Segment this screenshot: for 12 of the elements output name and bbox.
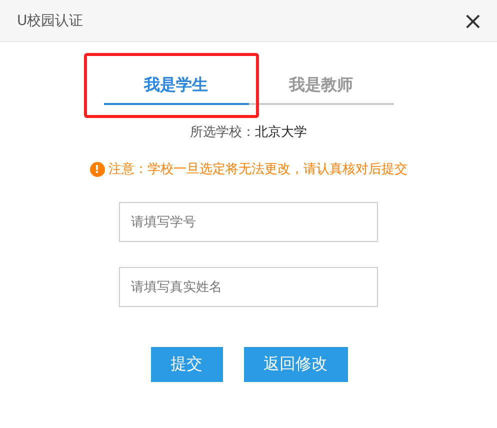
notice-text: 注意：学校一旦选定将无法更改，请认真核对后提交 [108, 161, 408, 178]
window-title: U校园认证 [17, 12, 84, 30]
tab[interactable]: 我是教师 [248, 53, 394, 105]
input-field[interactable]: 请填写真实姓名 [119, 267, 378, 307]
tab[interactable]: 我是学生 [104, 53, 248, 105]
back-button[interactable]: 返回修改 [244, 347, 348, 382]
close-button[interactable]: × [462, 8, 483, 32]
warning-icon: ! [90, 162, 104, 176]
school-label: 所选学校： [190, 125, 255, 140]
input-field[interactable]: 请填写学号 [119, 202, 378, 242]
school-name: 北京大学 [255, 125, 307, 140]
submit-button[interactable]: 提交 [150, 347, 222, 382]
